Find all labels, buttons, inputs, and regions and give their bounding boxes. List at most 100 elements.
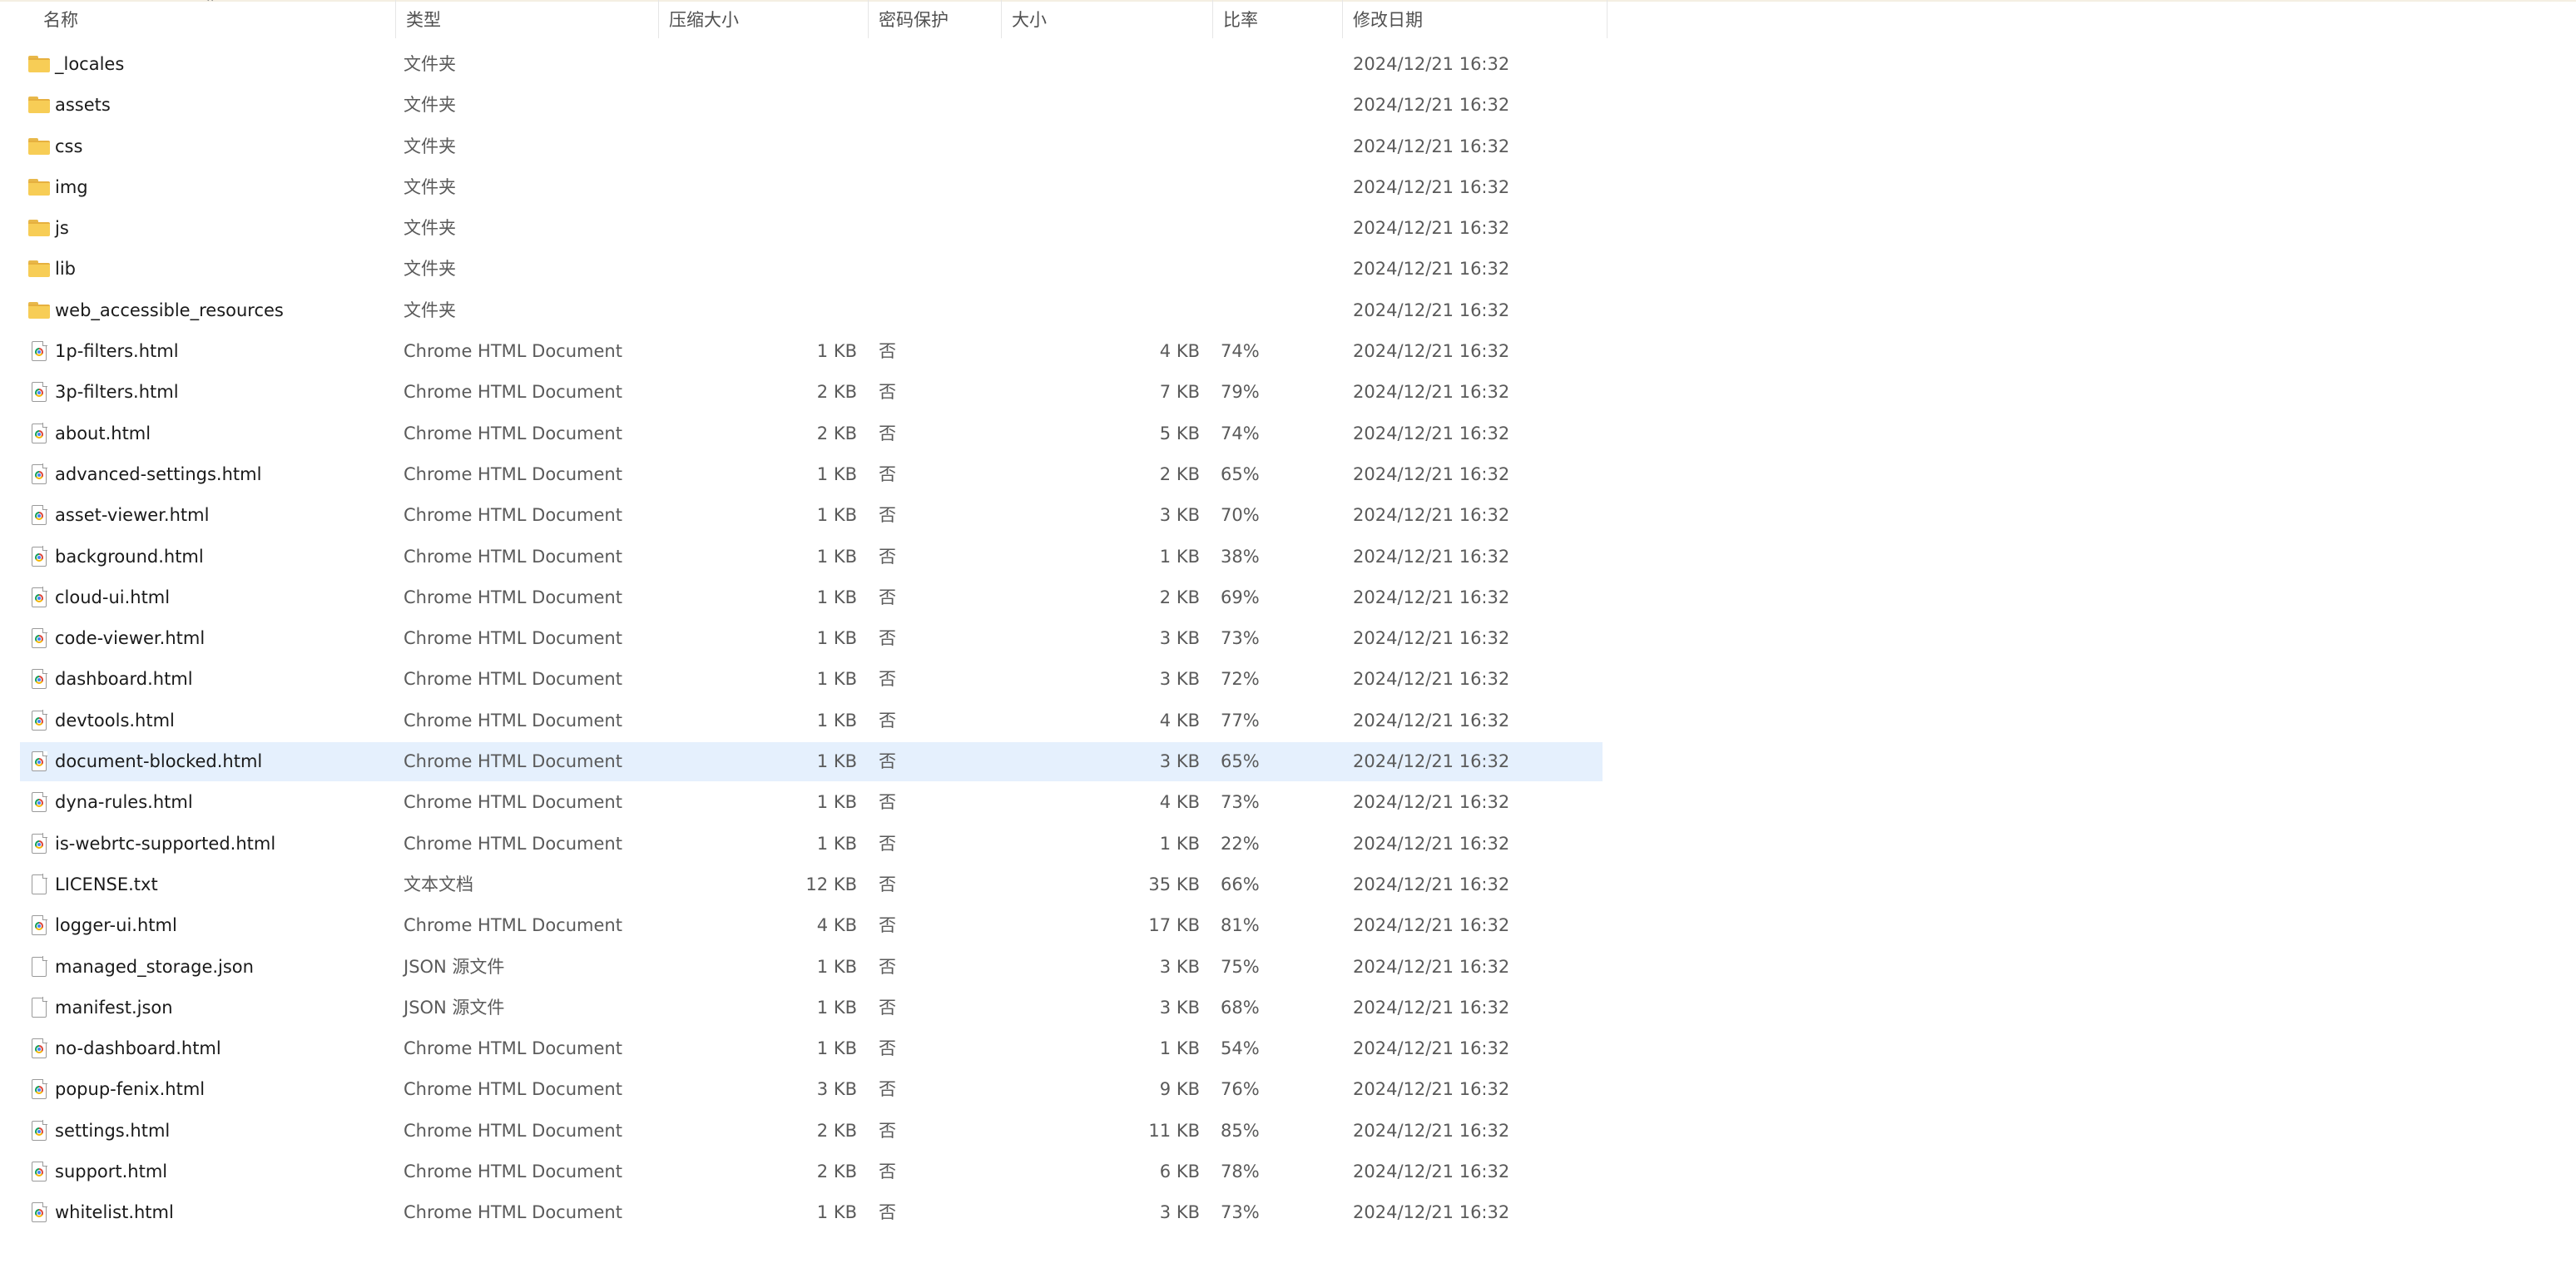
compression-ratio: 85% <box>1221 1120 1260 1141</box>
chrome-html-file-icon <box>28 1078 50 1100</box>
table-row[interactable]: asset-viewer.html Chrome HTML Document 1 K… <box>0 495 1608 536</box>
table-row[interactable]: css 文件夹 2024/12/21 16:32 <box>0 126 1608 167</box>
column-header-ratio[interactable]: 比率 <box>1213 0 1343 38</box>
chrome-html-file-icon <box>28 914 50 936</box>
password-protected: 否 <box>879 1120 896 1141</box>
column-header-compressed-size[interactable]: 压缩大小 <box>659 0 869 38</box>
text-file-icon <box>28 874 50 894</box>
compression-ratio: 73% <box>1221 628 1260 649</box>
table-row[interactable]: settings.html Chrome HTML Document 2 KB 否 11… <box>0 1111 1608 1152</box>
table-row[interactable]: about.html Chrome HTML Document 2 KB 否 5 KB 7… <box>0 414 1608 454</box>
file-type: Chrome HTML Document <box>404 341 622 362</box>
file-size: 35 KB <box>1148 874 1200 894</box>
chrome-html-file-icon <box>28 1201 50 1223</box>
compression-ratio: 76% <box>1221 1079 1260 1100</box>
file-name: assets <box>55 95 111 116</box>
modified-date: 2024/12/21 16:32 <box>1353 1202 1510 1223</box>
table-row[interactable]: popup-fenix.html Chrome HTML Document 3 KB… <box>0 1069 1608 1110</box>
compression-ratio: 79% <box>1221 382 1260 403</box>
file-name: logger-ui.html <box>55 915 177 936</box>
folder-icon <box>28 300 50 320</box>
file-size: 3 KB <box>1159 997 1200 1018</box>
modified-date: 2024/12/21 16:32 <box>1353 341 1510 362</box>
password-protected: 否 <box>879 1202 896 1223</box>
file-size: 2 KB <box>1159 587 1200 607</box>
compressed-size: 3 KB <box>816 1079 857 1100</box>
file-type: Chrome HTML Document <box>404 1162 622 1182</box>
table-row[interactable]: manifest.json JSON 源文件 1 KB 否 3 KB 68% 2024/12… <box>0 988 1608 1028</box>
table-row[interactable]: web_accessible_resources 文件夹 2024/12/21 16… <box>0 290 1608 331</box>
modified-date: 2024/12/21 16:32 <box>1353 382 1510 403</box>
compression-ratio: 22% <box>1221 833 1260 854</box>
table-row[interactable]: document-blocked.html Chrome HTML Documen… <box>0 741 1608 782</box>
table-row[interactable]: support.html Chrome HTML Document 2 KB 否 6 K… <box>0 1152 1608 1192</box>
password-protected: 否 <box>879 423 896 443</box>
column-header-type[interactable]: 类型 <box>396 0 659 38</box>
password-protected: 否 <box>879 833 896 854</box>
table-row[interactable]: cloud-ui.html Chrome HTML Document 1 KB 否 2 … <box>0 577 1608 618</box>
file-type: Chrome HTML Document <box>404 587 622 607</box>
modified-date: 2024/12/21 16:32 <box>1353 792 1510 813</box>
folder-icon <box>28 218 50 238</box>
table-row[interactable]: devtools.html Chrome HTML Document 1 KB 否 4 … <box>0 701 1608 741</box>
password-protected: 否 <box>879 546 896 567</box>
table-row[interactable]: LICENSE.txt 文本文档 12 KB 否 35 KB 66% 2024/12/21 … <box>0 864 1608 905</box>
table-row[interactable]: 3p-filters.html Chrome HTML Document 2 KB 否… <box>0 372 1608 413</box>
table-row[interactable]: background.html Chrome HTML Document 1 KB 否… <box>0 537 1608 577</box>
column-header-name[interactable]: 名称 <box>33 0 396 38</box>
column-header-password[interactable]: 密码保护 <box>869 0 1002 38</box>
table-row[interactable]: code-viewer.html Chrome HTML Document 1 KB… <box>0 618 1608 659</box>
table-row[interactable]: is-webrtc-supported.html Chrome HTML Docu… <box>0 824 1608 864</box>
compressed-size: 1 KB <box>816 669 857 690</box>
modified-date: 2024/12/21 16:32 <box>1353 710 1510 731</box>
file-name: managed_storage.json <box>55 956 254 977</box>
file-size: 4 KB <box>1159 341 1200 362</box>
compression-ratio: 68% <box>1221 997 1260 1018</box>
file-type: 文件夹 <box>404 136 456 156</box>
compression-ratio: 78% <box>1221 1162 1260 1182</box>
file-name: css <box>55 136 83 156</box>
file-name: img <box>55 176 88 197</box>
file-type: JSON 源文件 <box>404 956 505 977</box>
column-header-size[interactable]: 大小 <box>1002 0 1213 38</box>
modified-date: 2024/12/21 16:32 <box>1353 1079 1510 1100</box>
modified-date: 2024/12/21 16:32 <box>1353 1120 1510 1141</box>
column-header-modified[interactable]: 修改日期 <box>1343 0 1608 38</box>
password-protected: 否 <box>879 1162 896 1182</box>
table-row[interactable]: assets 文件夹 2024/12/21 16:32 <box>0 85 1608 126</box>
modified-date: 2024/12/21 16:32 <box>1353 669 1510 690</box>
file-size: 6 KB <box>1159 1162 1200 1182</box>
modified-date: 2024/12/21 16:32 <box>1353 1038 1510 1059</box>
password-protected: 否 <box>879 1038 896 1059</box>
table-row[interactable]: dashboard.html Chrome HTML Document 1 KB 否 3… <box>0 659 1608 700</box>
table-row[interactable]: logger-ui.html Chrome HTML Document 4 KB 否 1… <box>0 905 1608 946</box>
file-name: is-webrtc-supported.html <box>55 833 276 854</box>
chrome-html-file-icon <box>28 1161 50 1182</box>
table-row[interactable]: dyna-rules.html Chrome HTML Document 1 KB 否… <box>0 782 1608 823</box>
modified-date: 2024/12/21 16:32 <box>1353 587 1510 607</box>
chrome-html-file-icon <box>28 1120 50 1141</box>
compressed-size: 12 KB <box>805 874 857 894</box>
file-size: 4 KB <box>1159 792 1200 813</box>
compression-ratio: 65% <box>1221 463 1260 484</box>
modified-date: 2024/12/21 16:32 <box>1353 833 1510 854</box>
password-protected: 否 <box>879 956 896 977</box>
file-name: background.html <box>55 546 204 567</box>
table-row[interactable]: js 文件夹 2024/12/21 16:32 <box>0 208 1608 249</box>
table-row[interactable]: no-dashboard.html Chrome HTML Document 1 K… <box>0 1028 1608 1069</box>
file-name: popup-fenix.html <box>55 1079 206 1100</box>
compression-ratio: 75% <box>1221 956 1260 977</box>
table-row[interactable]: _locales 文件夹 2024/12/21 16:32 <box>0 44 1608 85</box>
file-size: 3 KB <box>1159 669 1200 690</box>
table-row[interactable]: advanced-settings.html Chrome HTML Docume… <box>0 454 1608 495</box>
file-name: devtools.html <box>55 710 175 731</box>
table-row[interactable]: lib 文件夹 2024/12/21 16:32 <box>0 249 1608 290</box>
table-row[interactable]: img 文件夹 2024/12/21 16:32 <box>0 167 1608 208</box>
table-row[interactable]: managed_storage.json JSON 源文件 1 KB 否 3 KB 75%… <box>0 947 1608 988</box>
file-size: 7 KB <box>1159 382 1200 403</box>
table-row[interactable]: 1p-filters.html Chrome HTML Document 1 KB 否… <box>0 331 1608 372</box>
chrome-html-file-icon <box>28 668 50 690</box>
file-name: LICENSE.txt <box>55 874 158 894</box>
file-type: Chrome HTML Document <box>404 1079 622 1100</box>
table-row[interactable]: whitelist.html Chrome HTML Document 1 KB 否 3… <box>0 1192 1608 1233</box>
